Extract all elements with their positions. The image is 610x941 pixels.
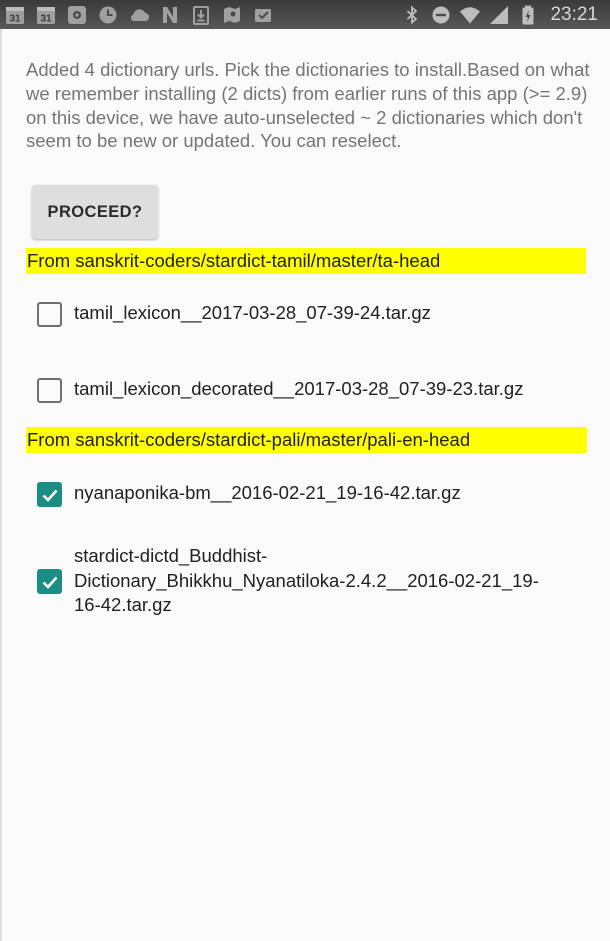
- n-app-icon: [159, 4, 181, 26]
- checkmark-icon: [42, 489, 57, 502]
- download-icon: [190, 4, 212, 26]
- checkbox-buddhist-dictionary[interactable]: [37, 569, 62, 594]
- dictionary-label: tamil_lexicon__2017-03-28_07-39-24.tar.g…: [74, 302, 431, 323]
- calendar-icon: 31: [4, 4, 26, 26]
- system-icons: 23:21: [401, 0, 610, 29]
- dictionary-row-buddhist-dictionary[interactable]: stardict-dictd_Buddhist- Dictionary_Bhik…: [37, 544, 602, 618]
- dictionary-label: nyanaponika-bm__2016-02-21_19-16-42.tar.…: [74, 482, 461, 503]
- dictionary-row-tamil-lexicon[interactable]: tamil_lexicon__2017-03-28_07-39-24.tar.g…: [37, 301, 602, 327]
- calendar-icon: 31: [35, 4, 57, 26]
- clock-icon: [97, 4, 119, 26]
- status-bar: 31 31 23:21: [0, 0, 610, 29]
- checkmark-icon: [42, 576, 57, 589]
- calendar-day-text: 31: [9, 13, 21, 24]
- group-header-pali: From sanskrit-coders/stardict-pali/maste…: [26, 427, 587, 453]
- wifi-icon: [459, 4, 481, 26]
- maps-icon: [221, 4, 243, 26]
- bluetooth-icon: [401, 4, 423, 26]
- checkbox-tamil-lexicon[interactable]: [37, 302, 62, 327]
- group-header-tamil: From sanskrit-coders/stardict-tamil/mast…: [26, 248, 586, 274]
- dictionary-label: stardict-dictd_Buddhist- Dictionary_Bhik…: [74, 545, 539, 615]
- do-not-disturb-icon: [430, 4, 452, 26]
- checkbox-nyanaponika[interactable]: [37, 482, 62, 507]
- notification-icons: 31 31: [0, 0, 274, 29]
- dictionary-label: tamil_lexicon_decorated__2017-03-28_07-3…: [74, 378, 524, 399]
- dictionary-row-tamil-lexicon-decorated[interactable]: tamil_lexicon_decorated__2017-03-28_07-3…: [37, 377, 602, 403]
- signal-icon: [488, 4, 510, 26]
- dialog-screen: Added 4 dictionary urls. Pick the dictio…: [0, 29, 610, 941]
- calendar-day-text: 31: [40, 13, 52, 24]
- settings-icon: [66, 4, 88, 26]
- dictionary-row-nyanaponika[interactable]: nyanaponika-bm__2016-02-21_19-16-42.tar.…: [37, 481, 602, 507]
- inbox-icon: [252, 4, 274, 26]
- cloud-icon: [128, 4, 150, 26]
- status-time: 23:21: [550, 3, 598, 25]
- install-message: Added 4 dictionary urls. Pick the dictio…: [26, 59, 590, 152]
- battery-icon: [517, 4, 539, 26]
- proceed-button[interactable]: PROCEED?: [32, 185, 158, 239]
- checkbox-tamil-lexicon-decorated[interactable]: [37, 378, 62, 403]
